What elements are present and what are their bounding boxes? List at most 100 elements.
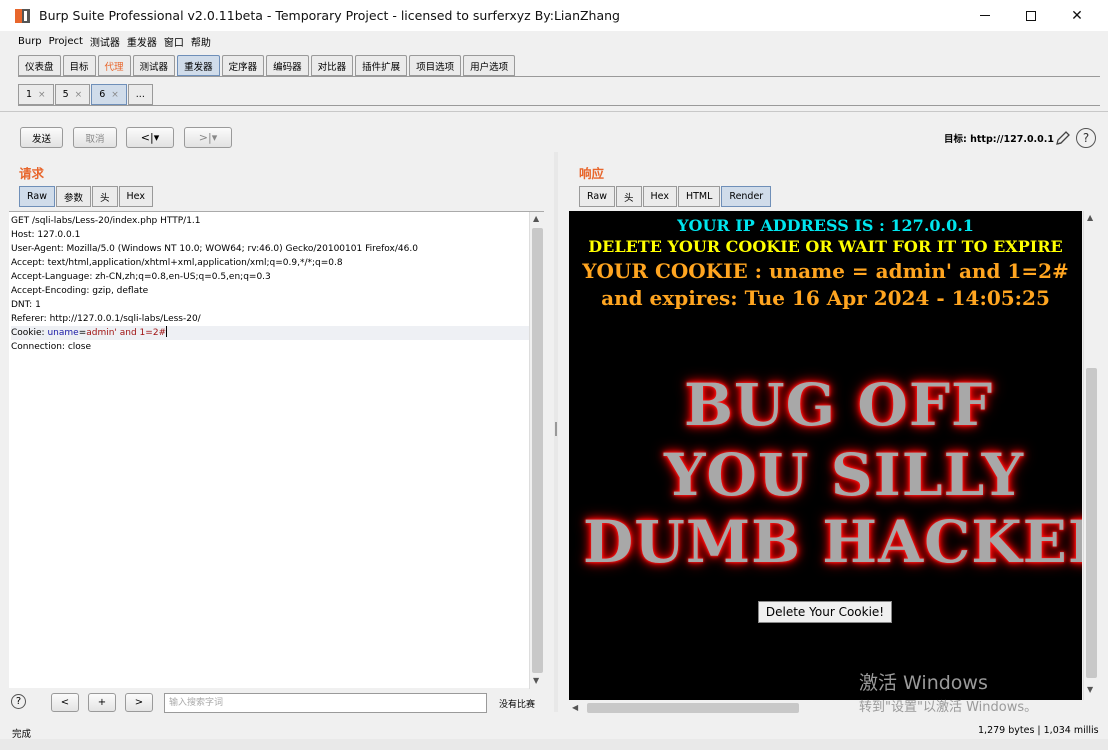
response-tabs: Raw 头 Hex HTML Render (579, 186, 772, 207)
target-value: http://127.0.0.1 (970, 134, 1054, 145)
scroll-down-icon[interactable]: ▼ (533, 676, 539, 685)
repeater-tab-1[interactable]: 1 × (18, 84, 54, 105)
target-display: 目标: http://127.0.0.1 (944, 131, 1054, 145)
menu-bar: Burp Project 测试器 重发器 窗口 帮助 (0, 31, 1108, 51)
repeater-tab-6[interactable]: 6 × (91, 84, 127, 105)
send-button[interactable]: 发送 (20, 127, 63, 148)
request-heading: 请求 (19, 166, 45, 181)
tab-target[interactable]: 目标 (62, 55, 96, 76)
search-result-count: 没有比赛 (499, 700, 536, 710)
rendered-response: YOUR IP ADDRESS IS : 127.0.0.1 DELETE YO… (569, 211, 1082, 700)
request-tab-headers[interactable]: 头 (92, 186, 118, 207)
repeater-tab-more[interactable]: ... (127, 84, 153, 105)
title-bar: Burp Suite Professional v2.0.11beta - Te… (0, 0, 1108, 31)
menu-repeater[interactable]: 重发器 (127, 34, 157, 49)
request-line: DNT: 1 (11, 300, 41, 310)
menu-intruder[interactable]: 测试器 (90, 34, 120, 49)
request-line: User-Agent: Mozilla/5.0 (Windows NT 10.0… (11, 244, 418, 254)
help-icon[interactable]: ? (1076, 128, 1096, 148)
tab-project-options[interactable]: 项目选项 (409, 55, 462, 76)
tab-dashboard[interactable]: 仪表盘 (18, 55, 61, 76)
cookie-name: uname (47, 328, 79, 338)
tab-comparer[interactable]: 对比器 (310, 55, 354, 76)
search-options-button[interactable]: + (88, 693, 116, 712)
split-pane-divider[interactable] (554, 152, 558, 712)
search-next-button[interactable]: > (125, 693, 153, 712)
response-tab-html[interactable]: HTML (677, 186, 721, 207)
scroll-left-icon[interactable]: ◀ (572, 703, 578, 712)
close-tab-icon[interactable]: × (111, 90, 119, 100)
request-tab-params[interactable]: 参数 (55, 186, 91, 207)
response-stats: 1,279 bytes | 1,034 millis (978, 725, 1099, 736)
request-tab-hex[interactable]: Hex (118, 186, 153, 207)
delete-cookie-notice: DELETE YOUR COOKIE OR WAIT FOR IT TO EXP… (588, 237, 1063, 256)
back-button[interactable]: <|▾ (126, 127, 174, 148)
request-line: GET /sqli-labs/Less-20/index.php HTTP/1.… (11, 216, 201, 226)
target-label: 目标: (944, 134, 967, 145)
menu-window[interactable]: 窗口 (164, 34, 184, 49)
tab-user-options[interactable]: 用户选项 (463, 55, 516, 76)
maximize-button[interactable] (1008, 0, 1054, 31)
repeater-tab-label: 6 (99, 89, 106, 100)
cookie-prefix: Cookie: (11, 328, 48, 338)
expires-text: and expires: Tue 16 Apr 2024 - 14:05:25 (601, 286, 1050, 310)
response-tab-headers[interactable]: 头 (615, 186, 642, 207)
scroll-up-icon[interactable]: ▲ (533, 214, 539, 223)
tab-repeater[interactable]: 重发器 (177, 55, 220, 76)
request-tabs: Raw 参数 头 Hex (19, 186, 154, 207)
close-tab-icon[interactable]: × (75, 90, 83, 100)
menu-burp[interactable]: Burp (18, 36, 42, 47)
tab-decoder[interactable]: 编码器 (266, 55, 309, 76)
windows-activation-hint: 转到"设置"以激活 Windows。 (859, 700, 1038, 715)
request-line: Host: 127.0.0.1 (11, 230, 81, 240)
response-heading: 响应 (579, 166, 605, 181)
tab-intruder[interactable]: 测试器 (132, 55, 176, 76)
search-help-icon[interactable]: ? (11, 694, 26, 709)
menu-help[interactable]: 帮助 (191, 34, 211, 49)
request-editor[interactable]: GET /sqli-labs/Less-20/index.php HTTP/1.… (9, 211, 544, 689)
request-line: Accept-Language: zh-CN,zh;q=0.8,en-US;q=… (11, 272, 271, 282)
response-tab-raw[interactable]: Raw (579, 186, 615, 207)
search-prev-button[interactable]: < (51, 693, 79, 712)
response-tab-hex[interactable]: Hex (642, 186, 677, 207)
repeater-tab-5[interactable]: 5 × (54, 84, 91, 105)
close-button[interactable]: ✕ (1054, 0, 1100, 31)
response-hscroll-thumb[interactable] (587, 703, 799, 713)
windows-activation-watermark: 激活 Windows (859, 672, 988, 694)
pencil-icon[interactable] (1054, 129, 1072, 147)
forward-button[interactable]: >|▾ (184, 127, 232, 148)
cookie-value: admin' and 1=2# (86, 328, 167, 338)
tab-extender[interactable]: 插件扩展 (355, 55, 408, 76)
menu-project[interactable]: Project (49, 36, 83, 47)
banner-line-3: DUMB HACKER (583, 508, 1082, 576)
subtab-divider (18, 105, 1100, 106)
scroll-up-icon[interactable]: ▲ (1087, 213, 1093, 222)
request-scrollbar[interactable]: ▲ ▼ (529, 212, 544, 689)
request-tab-raw[interactable]: Raw (19, 186, 55, 207)
request-line: Referer: http://127.0.0.1/sqli-labs/Less… (11, 314, 201, 324)
search-input[interactable] (164, 693, 487, 713)
window-title: Burp Suite Professional v2.0.11beta - Te… (39, 8, 620, 23)
response-tab-render[interactable]: Render (721, 186, 772, 207)
scroll-down-icon[interactable]: ▼ (1087, 685, 1093, 694)
cookie-line: Cookie: uname=admin' and 1=2# (11, 326, 529, 340)
tab-divider (18, 76, 1100, 77)
tab-proxy[interactable]: 代理 (97, 55, 131, 76)
repeater-tab-label: 5 (62, 89, 69, 100)
minimize-button[interactable] (962, 0, 1008, 31)
repeater-tabs: 1 × 5 × 6 × ... (18, 84, 154, 106)
delete-cookie-button[interactable]: Delete Your Cookie! (758, 601, 892, 623)
response-scroll-thumb[interactable] (1086, 368, 1097, 678)
response-scrollbar[interactable]: ▲ ▼ (1083, 211, 1098, 700)
status-text: 完成 (12, 729, 32, 740)
ip-address-text: YOUR IP ADDRESS IS : 127.0.0.1 (677, 216, 974, 235)
banner-line-1: BUG OFF (684, 371, 994, 439)
toolbar-divider (0, 111, 1108, 112)
cancel-button[interactable]: 取消 (73, 127, 117, 148)
text-caret (166, 326, 168, 337)
tab-sequencer[interactable]: 定序器 (221, 55, 265, 76)
cookie-text: YOUR COOKIE : uname = admin' and 1=2# (582, 259, 1069, 283)
request-scroll-thumb[interactable] (532, 228, 543, 673)
request-line: Accept: text/html,application/xhtml+xml,… (11, 258, 343, 268)
close-tab-icon[interactable]: × (38, 90, 46, 100)
